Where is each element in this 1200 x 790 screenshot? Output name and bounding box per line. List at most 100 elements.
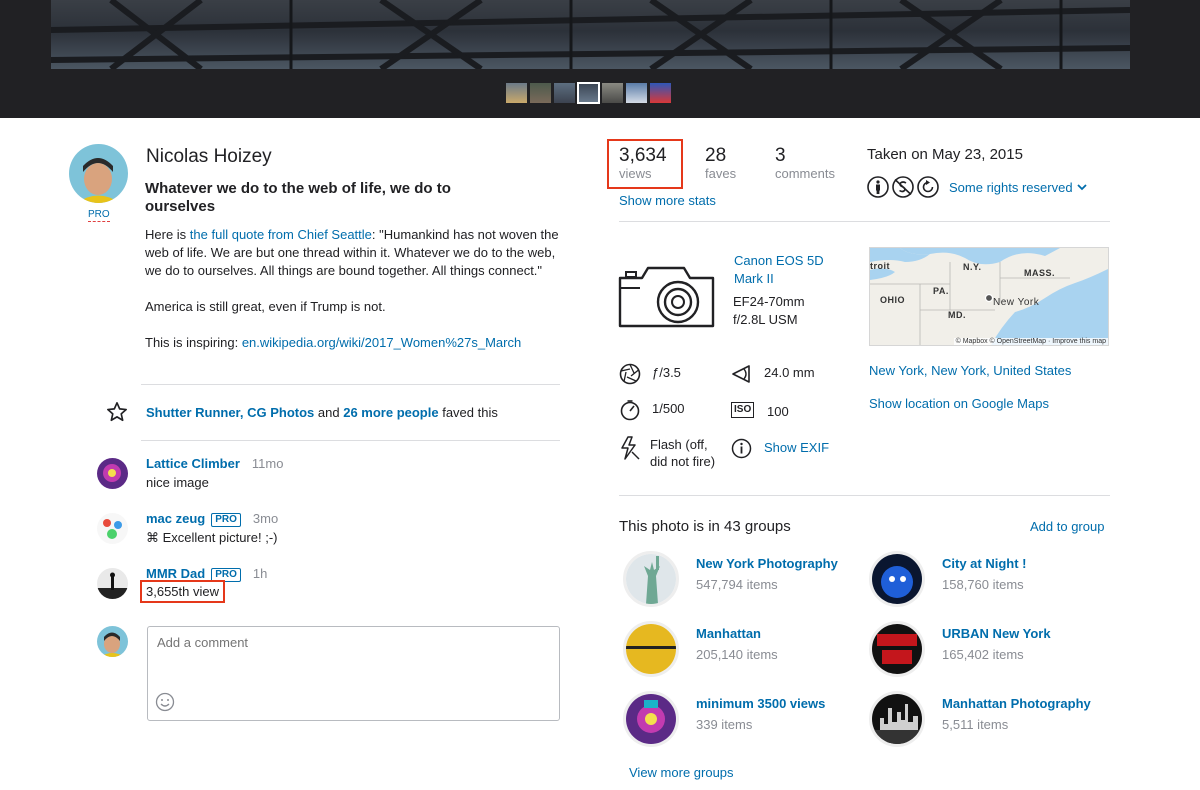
group-name[interactable]: Manhattan [696,626,761,641]
group-item[interactable]: URBAN New York 165,402 items [869,621,1109,677]
fave-names-link[interactable]: Shutter Runner, CG Photos [146,405,314,420]
google-maps-link[interactable]: Show location on Google Maps [869,396,1049,411]
commenter-avatar[interactable] [97,458,128,489]
comment-text: nice image [146,475,209,490]
aperture-icon [619,363,641,385]
description-paragraph: This is inspiring: en.wikipedia.org/wiki… [145,334,565,352]
group-name[interactable]: minimum 3500 views [696,696,825,711]
commenter-avatar[interactable] [97,513,128,544]
info-icon [731,438,752,459]
iso-icon: ISO [731,402,755,418]
group-name[interactable]: New York Photography [696,556,838,571]
urban-nyc-image [872,624,922,674]
commenter-name[interactable]: mac zeug [146,511,205,526]
group-avatar [869,621,925,677]
group-item[interactable]: New York Photography 547,794 items [623,551,863,607]
cc-by-icon [867,176,889,198]
faves-suffix: faved this [438,405,498,420]
map-label: MD. [948,310,966,320]
star-icon[interactable] [106,401,128,423]
lens-line: f/2.8L USM [733,312,798,327]
group-count: 339 items [696,717,753,732]
comments-label: comments [775,166,835,181]
pro-badge[interactable]: PRO [211,513,241,527]
group-name[interactable]: URBAN New York [942,626,1051,641]
wikipedia-link[interactable]: en.wikipedia.org/wiki/2017_Women%27s_Mar… [242,335,521,350]
divider [619,221,1110,222]
group-count: 165,402 items [942,647,1024,662]
location-link[interactable]: New York, New York, United States [869,363,1071,378]
map-credit[interactable]: © Mapbox © OpenStreetMap · Improve this … [953,338,1108,345]
comment-time[interactable]: 11mo [252,456,284,471]
thumbnail[interactable] [650,83,671,103]
author-avatar[interactable] [69,144,128,203]
map-label: N.Y. [963,262,982,272]
current-user-avatar-image [97,626,128,657]
thumbnail[interactable] [530,83,551,103]
camera-model-link[interactable]: Canon EOS 5D Mark II [734,252,844,288]
thumbnail[interactable] [506,83,527,103]
comment-text: ⌘ Excellent picture! ;-) [146,530,278,545]
commenter-avatar-image [97,458,128,489]
thumbnail-current[interactable] [577,82,600,104]
author-pro-badge[interactable]: PRO [88,209,110,222]
add-to-group-link[interactable]: Add to group [1030,519,1104,534]
group-count: 205,140 items [696,647,778,662]
photo-title: Whatever we do to the web of life, we do… [145,180,451,215]
commenter-avatar-image [97,513,128,544]
bridge-cables-graphic [51,0,1130,69]
view-more-groups-link[interactable]: View more groups [629,765,734,780]
iso-value: 100 [767,404,789,419]
faves-summary: Shutter Runner, CG Photos and 26 more pe… [106,400,566,426]
divider [141,384,560,385]
faves-count: 28 [705,145,727,166]
comment-input[interactable] [147,626,560,721]
group-avatar [623,621,679,677]
camera-icon [618,266,715,328]
main-photo[interactable] [51,0,1130,69]
comments-stat[interactable]: 3 comments [775,146,835,182]
shutter-speed-icon [620,400,640,421]
thumbnail[interactable] [602,83,623,103]
thumbnail[interactable] [626,83,647,103]
group-item[interactable]: Manhattan 205,140 items [623,621,863,677]
focal-length-value: 24.0 mm [764,365,815,380]
date-taken[interactable]: Taken on May 23, 2015 [867,146,1023,163]
statue-of-liberty-image [626,554,676,604]
commenter-avatar[interactable] [97,568,128,599]
group-avatar [869,551,925,607]
chief-seattle-link[interactable]: the full quote from Chief Seattle [190,227,372,242]
flash-value: Flash (off, did not fire) [650,437,716,469]
pro-badge[interactable]: PRO [211,568,241,582]
comment-time[interactable]: 3mo [253,511,278,526]
divider [141,440,560,441]
description-text: Here is [145,227,190,242]
commenter-name-row: Lattice Climber 11mo [146,456,283,471]
group-name[interactable]: Manhattan Photography [942,696,1091,711]
group-item[interactable]: City at Night ! 158,760 items [869,551,1109,607]
map-label: New York [993,297,1040,308]
show-exif-link[interactable]: Show EXIF [764,439,829,456]
commenter-name[interactable]: MMR Dad [146,566,205,581]
license-info[interactable]: Some rights reserved [867,176,1088,198]
more-people-link[interactable]: 26 more people [343,405,438,420]
author-avatar-image [69,144,128,203]
emoji-icon[interactable] [155,692,175,712]
group-item[interactable]: minimum 3500 views 339 items [623,691,863,747]
commenter-avatar-image [97,568,128,599]
lens-info: EF24-70mm f/2.8L USM [733,293,843,329]
group-count: 547,794 items [696,577,778,592]
commenter-name[interactable]: Lattice Climber [146,456,240,471]
group-item[interactable]: Manhattan Photography 5,511 items [869,691,1109,747]
group-name[interactable]: City at Night ! [942,556,1027,571]
map-label: PA. [933,286,949,296]
show-more-stats-link[interactable]: Show more stats [619,193,716,208]
faves-stat[interactable]: 28 faves [705,146,736,182]
location-map[interactable]: troit N.Y. MASS. OHIO PA. New York MD. ©… [869,247,1109,346]
shutter-speed-value: 1/500 [652,401,685,416]
group-count: 5,511 items [942,717,1009,732]
comment-time[interactable]: 1h [253,566,267,581]
author-name[interactable]: Nicolas Hoizey [146,146,272,168]
photo-viewer [0,0,1200,118]
thumbnail[interactable] [554,83,575,103]
